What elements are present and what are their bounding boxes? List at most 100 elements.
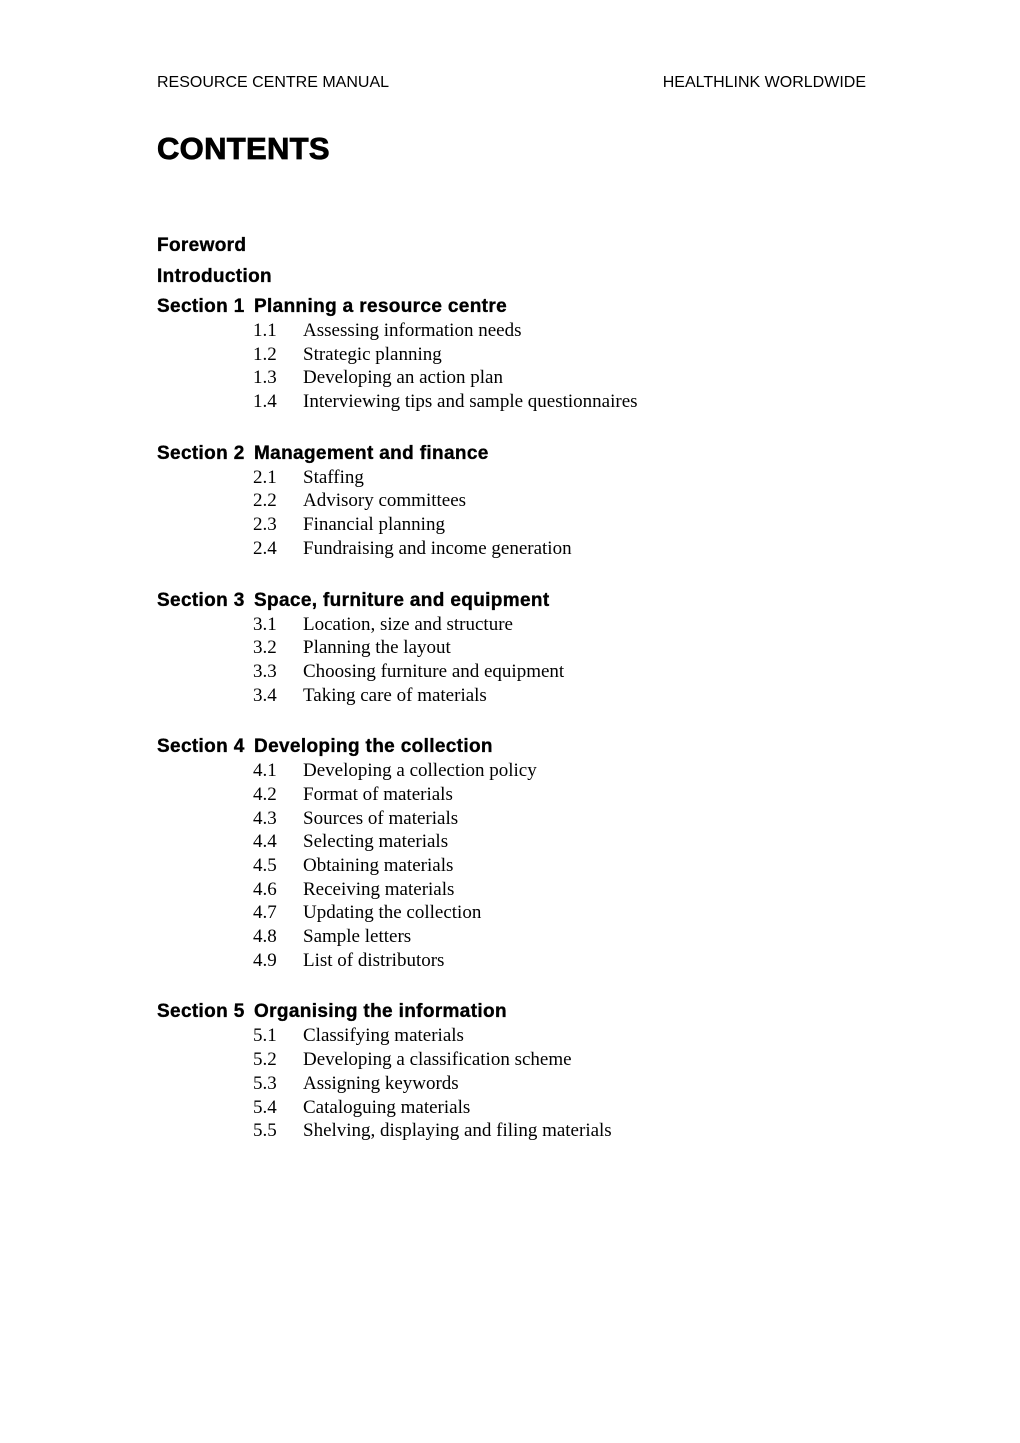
toc-subentry[interactable]: 2.1 Staffing	[157, 466, 917, 490]
subentry-number: 3.1	[253, 613, 277, 635]
page-header: RESOURCE CENTRE MANUAL HEALTHLINK WORLDW…	[157, 74, 866, 92]
toc-subentry[interactable]: 4.3 Sources of materials	[157, 807, 917, 831]
toc-subentry[interactable]: 4.5 Obtaining materials	[157, 854, 917, 878]
section-label: Section 1	[157, 296, 245, 317]
toc-entry-introduction[interactable]: Introduction	[157, 264, 917, 295]
toc-subentry[interactable]: 4.8 Sample letters	[157, 925, 917, 949]
toc-subentry[interactable]: 1.4 Interviewing tips and sample question…	[157, 390, 917, 414]
subentry-number: 4.2	[253, 783, 277, 805]
toc-subentry[interactable]: 3.1 Location, size and structure	[157, 613, 917, 637]
subentry-number: 2.3	[253, 514, 277, 536]
section-label: Section 4	[157, 736, 245, 758]
section-label: Section 3	[157, 589, 245, 611]
section-label: Section 2	[157, 442, 245, 464]
subentry-title: Location, size and structure	[303, 613, 513, 635]
toc-subentry[interactable]: 1.2 Strategic planning	[157, 343, 917, 367]
subentry-title: Planning the layout	[303, 637, 451, 659]
subentry-number: 1.2	[253, 343, 277, 365]
subentry-number: 4.9	[253, 949, 277, 971]
subentry-title: Sources of materials	[303, 807, 459, 829]
subentry-title: Assigning keywords	[303, 1072, 459, 1094]
toc-subentry[interactable]: 3.2 Planning the layout	[157, 636, 917, 660]
section-heading[interactable]: Section 3 Space, furniture and equipment	[157, 589, 917, 613]
page-title: CONTENTS	[157, 131, 330, 167]
toc-subentry[interactable]: 3.4 Taking care of materials	[157, 684, 917, 708]
section-title: Space, furniture and equipment	[254, 589, 550, 611]
subentry-title: Shelving, displaying and filing material…	[303, 1120, 612, 1142]
subentry-title: Staffing	[303, 466, 364, 488]
subentry-title: Financial planning	[303, 514, 445, 536]
subentry-number: 1.1	[253, 320, 277, 341]
toc-subentry[interactable]: 2.4 Fundraising and income generation	[157, 537, 917, 561]
subentry-title: Receiving materials	[303, 878, 455, 900]
section-title: Management and finance	[254, 442, 489, 464]
subentry-title: Selecting materials	[303, 831, 449, 853]
toc-section: Section 4 Developing the collection 4.1 Dev…	[157, 735, 917, 972]
subentry-title: Assessing information needs	[303, 320, 522, 341]
subentry-title: Interviewing tips and sample questionnai…	[303, 391, 638, 413]
subentry-title: Fundraising and income generation	[303, 537, 572, 559]
section-heading[interactable]: Section 4 Developing the collection	[157, 735, 917, 759]
subentry-number: 4.6	[253, 878, 277, 900]
subentry-title: Sample letters	[303, 926, 412, 948]
subentry-number: 4.7	[253, 902, 277, 924]
subentry-title: Strategic planning	[303, 343, 442, 365]
toc-subentry[interactable]: 5.1 Classifying materials	[157, 1024, 917, 1048]
subentry-number: 5.5	[253, 1120, 277, 1142]
subentry-number: 2.4	[253, 537, 277, 559]
toc-subentry[interactable]: 3.3 Choosing furniture and equipment	[157, 660, 917, 684]
subentry-title: Choosing furniture and equipment	[303, 660, 565, 682]
section-label: Section 5	[157, 1001, 245, 1023]
section-heading[interactable]: Section 2 Management and finance	[157, 442, 917, 466]
subentry-title: Classifying materials	[303, 1025, 464, 1047]
subentry-number: 4.5	[253, 855, 277, 876]
toc-section: Section 5 Organising the information 5.1 Cl…	[157, 1000, 917, 1142]
section-title: Planning a resource centre	[254, 296, 508, 317]
toc-entry-foreword[interactable]: Foreword	[157, 233, 917, 264]
subentry-title: Developing a classification scheme	[303, 1049, 572, 1071]
sections-list: Section 1 Planning a resource centre 1.1 As…	[157, 295, 917, 1143]
toc-subentry[interactable]: 1.3 Developing an action plan	[157, 366, 917, 390]
toc-subentry[interactable]: 5.5 Shelving, displaying and filing mater…	[157, 1119, 917, 1143]
header-right: HEALTHLINK WORLDWIDE	[662, 74, 866, 91]
subentry-number: 4.3	[253, 807, 277, 829]
section-title: Organising the information	[254, 1001, 507, 1023]
subentry-title: Cataloguing materials	[303, 1096, 471, 1118]
toc-subentry[interactable]: 4.9 List of distributors	[157, 949, 917, 973]
subentry-number: 3.3	[253, 660, 277, 682]
toc-subentry[interactable]: 5.2 Developing a classification scheme	[157, 1048, 917, 1072]
subentry-title: Developing an action plan	[303, 367, 503, 389]
toc-subentry[interactable]: 4.1 Developing a collection policy	[157, 759, 917, 783]
subentry-title: Updating the collection	[303, 902, 482, 924]
header-left: RESOURCE CENTRE MANUAL	[157, 74, 390, 91]
subentry-number: 5.3	[253, 1072, 277, 1094]
toc-subentry[interactable]: 4.2 Format of materials	[157, 783, 917, 807]
toc-subentry[interactable]: 4.4 Selecting materials	[157, 830, 917, 854]
subentry-number: 4.8	[253, 926, 277, 948]
toc-subentry[interactable]: 2.3 Financial planning	[157, 513, 917, 537]
toc-subentry[interactable]: 1.1 Assessing information needs	[157, 319, 917, 343]
toc-subentry[interactable]: 2.2 Advisory committees	[157, 489, 917, 513]
subentry-number: 5.4	[253, 1096, 277, 1118]
subentry-title: Taking care of materials	[303, 684, 487, 706]
subentry-number: 2.1	[253, 466, 277, 488]
subentry-number: 5.2	[253, 1049, 277, 1071]
subentry-number: 3.2	[253, 637, 277, 659]
section-heading[interactable]: Section 1 Planning a resource centre	[157, 295, 917, 319]
subentry-number: 2.2	[253, 490, 277, 512]
subentry-title: List of distributors	[303, 949, 445, 971]
subentry-number: 4.1	[253, 760, 277, 782]
toc-section: Section 3 Space, furniture and equipment 3…	[157, 589, 917, 708]
toc-subentry[interactable]: 4.7 Updating the collection	[157, 901, 917, 925]
subentry-number: 4.4	[253, 831, 277, 853]
subentry-number: 1.3	[253, 367, 277, 389]
toc-section: Section 1 Planning a resource centre 1.1 As…	[157, 295, 917, 414]
toc-section: Section 2 Management and finance 2.1 Staffi…	[157, 442, 917, 561]
toc-subentry[interactable]: 5.4 Cataloguing materials	[157, 1096, 917, 1120]
subentry-number: 5.1	[253, 1025, 277, 1047]
toc-subentry[interactable]: 4.6 Receiving materials	[157, 878, 917, 902]
section-heading[interactable]: Section 5 Organising the information	[157, 1000, 917, 1024]
subentry-title: Developing a collection policy	[303, 760, 537, 782]
toc-subentry[interactable]: 5.3 Assigning keywords	[157, 1072, 917, 1096]
subentry-title: Format of materials	[303, 783, 453, 805]
